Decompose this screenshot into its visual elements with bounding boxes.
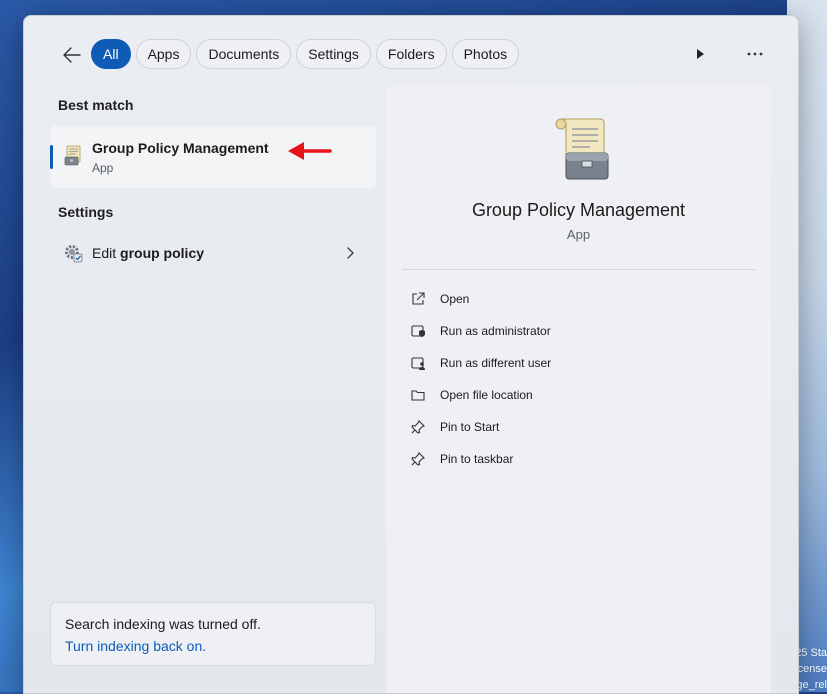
preview-app-title: Group Policy Management bbox=[471, 200, 686, 220]
filter-chip-photos[interactable]: Photos bbox=[451, 39, 520, 69]
filter-bar: All Apps Documents Settings Folders Phot… bbox=[24, 38, 798, 72]
open-external-icon bbox=[410, 291, 426, 307]
best-match-subtitle: App bbox=[92, 161, 114, 175]
indexing-notice: Search indexing was turned off. Turn ind… bbox=[50, 602, 376, 666]
action-open[interactable]: Open bbox=[410, 283, 750, 315]
more-options-button[interactable] bbox=[742, 41, 768, 67]
best-match-heading: Best match bbox=[58, 97, 134, 113]
filter-chip-folders[interactable]: Folders bbox=[375, 39, 447, 69]
action-open-file-location[interactable]: Open file location bbox=[410, 379, 750, 411]
preview-divider bbox=[402, 269, 756, 270]
user-switch-icon bbox=[410, 355, 426, 371]
settings-heading: Settings bbox=[58, 204, 114, 220]
action-pin-to-taskbar[interactable]: Pin to taskbar bbox=[410, 443, 750, 475]
preview-app-subtitle: App bbox=[566, 227, 591, 242]
action-label: Open bbox=[440, 292, 470, 306]
filter-chip-documents[interactable]: Documents bbox=[196, 39, 292, 69]
filter-chip-all[interactable]: All bbox=[91, 39, 131, 69]
annotation-arrow-icon bbox=[288, 142, 332, 160]
pin-icon bbox=[410, 419, 426, 435]
action-label: Run as different user bbox=[440, 356, 552, 370]
turn-indexing-on-link[interactable]: Turn indexing back on. bbox=[65, 638, 206, 654]
group-policy-app-icon bbox=[64, 145, 81, 166]
watermark-line-1: 25 Sta bbox=[795, 647, 827, 659]
more-filters-button[interactable] bbox=[690, 44, 710, 64]
action-label: Open file location bbox=[440, 388, 533, 402]
action-run-as-different-user[interactable]: Run as different user bbox=[410, 347, 750, 379]
start-search-panel: All Apps Documents Settings Folders Phot… bbox=[23, 15, 799, 694]
ellipsis-icon bbox=[747, 52, 763, 56]
filter-chips: All Apps Documents Settings Folders Phot… bbox=[91, 39, 520, 69]
app-actions-list: Open Run as administrator Run as differe… bbox=[410, 283, 750, 475]
back-button[interactable] bbox=[58, 40, 86, 70]
pin-icon bbox=[410, 451, 426, 467]
action-label: Pin to taskbar bbox=[440, 452, 514, 466]
group-policy-large-icon bbox=[555, 118, 609, 180]
preview-pane: Group Policy Management App Open Run as … bbox=[386, 85, 771, 693]
play-icon bbox=[697, 49, 704, 59]
folder-icon bbox=[410, 387, 426, 403]
filter-chip-apps[interactable]: Apps bbox=[135, 39, 192, 69]
best-match-title: Group Policy Management bbox=[92, 140, 269, 156]
action-label: Run as administrator bbox=[440, 324, 551, 338]
watermark-line-2: cense bbox=[797, 663, 827, 675]
selection-indicator bbox=[50, 145, 53, 169]
edit-group-policy-label: Edit group policy bbox=[92, 245, 205, 261]
settings-gear-icon bbox=[65, 245, 83, 263]
chevron-right-icon bbox=[347, 247, 354, 259]
filter-chip-settings[interactable]: Settings bbox=[296, 39, 371, 69]
back-arrow-icon bbox=[63, 47, 81, 63]
edit-group-policy-result[interactable]: Edit group policy bbox=[50, 236, 376, 270]
action-label: Pin to Start bbox=[440, 420, 500, 434]
shield-admin-icon bbox=[410, 323, 426, 339]
action-run-as-admin[interactable]: Run as administrator bbox=[410, 315, 750, 347]
action-pin-to-start[interactable]: Pin to Start bbox=[410, 411, 750, 443]
indexing-notice-text: Search indexing was turned off. bbox=[65, 616, 261, 632]
